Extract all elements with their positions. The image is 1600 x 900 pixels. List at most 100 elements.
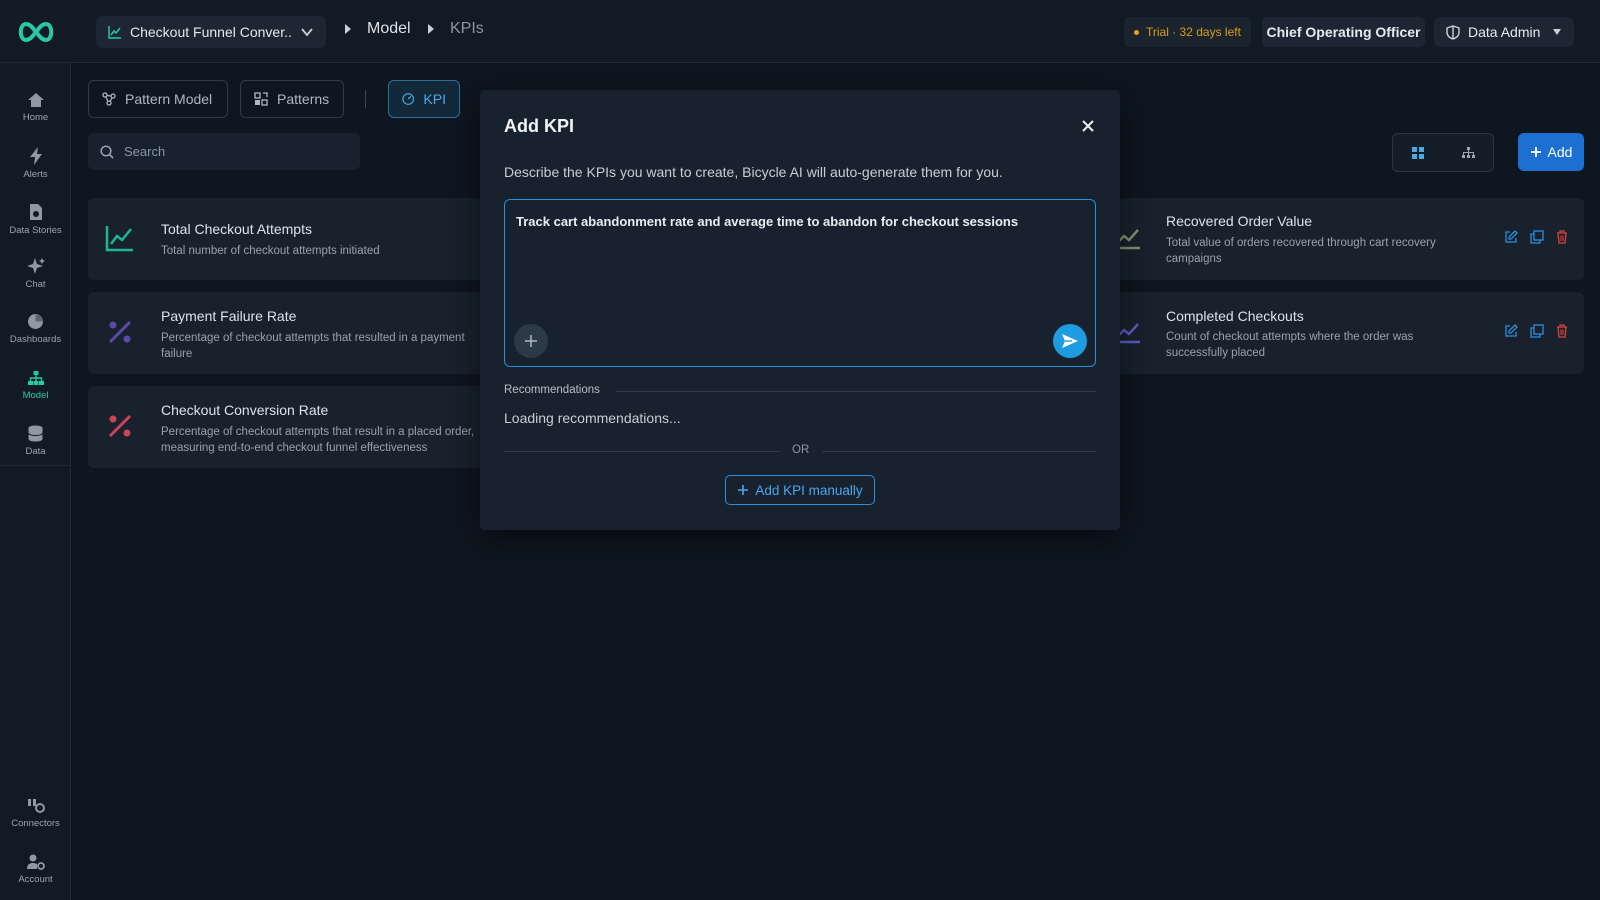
sidebar-item-home[interactable]: Home [0,81,71,133]
story-icon [29,203,42,220]
attach-button[interactable] [514,324,548,358]
chevron-down-icon [301,28,313,37]
kpi-description: Total number of checkout attempts initia… [161,245,380,257]
sidebar-item-chat[interactable]: Chat [0,247,71,299]
sidebar-item-label: Account [18,873,53,885]
copy-icon[interactable] [1530,230,1544,244]
breadcrumb-kpis: KPIs [426,20,484,38]
percent-icon [102,408,138,444]
manual-button-label: Add KPI manually [755,482,863,498]
plus-icon [1530,147,1541,157]
kpi-card[interactable]: Completed Checkouts Count of checkout at… [1100,292,1584,374]
grid-view-button[interactable] [1393,134,1443,171]
sidebar-item-label: Alerts [23,168,48,180]
close-icon [1082,120,1094,132]
send-button[interactable] [1053,324,1087,358]
pie-icon [28,314,43,329]
sidebar-item-dashboards[interactable]: Dashboards [0,303,71,355]
kpi-actions [1504,230,1568,244]
modal-title: Add KPI [504,116,574,136]
patterns-icon [254,92,268,106]
app-logo[interactable] [0,0,71,63]
sidebar-item-label: Model [22,389,49,401]
trial-text: Trial · 32 days left [1146,25,1241,39]
recommendations-loading: Loading recommendations... [504,410,681,426]
plus-icon [525,335,537,347]
hierarchy-icon [27,370,44,385]
search-bar[interactable]: Search [88,133,360,170]
tab-label: Pattern Model [125,91,213,107]
sidebar-item-label: Chat [25,278,46,290]
kpi-title: Recovered Order Value [1166,213,1313,229]
connector-icon [27,798,45,813]
view-toggle [1392,133,1494,172]
tab-patterns[interactable]: Patterns [240,80,344,118]
kpi-card[interactable]: Total Checkout Attempts Total number of … [88,198,488,280]
kpi-title: Total Checkout Attempts [161,221,312,237]
tab-label: Patterns [277,91,330,107]
kpi-prompt-textarea[interactable]: Track cart abandonment rate and average … [504,199,1096,367]
breadcrumb-model[interactable]: Model [343,20,411,38]
role-label: Chief Operating Officer [1266,24,1421,40]
caret-right-icon [345,24,351,34]
add-kpi-manually-button[interactable]: Add KPI manually [725,475,875,505]
or-label: OR [792,444,810,456]
close-button[interactable] [1078,116,1098,136]
or-divider-left [504,451,780,452]
scope-label: Checkout Funnel Conver... [130,24,292,40]
sidebar-item-label: Home [22,111,49,123]
sidebar-item-label: Data Stories [9,224,62,236]
caret-down-icon [1553,29,1561,35]
grid-icon [1412,146,1424,159]
sidebar-item-label: Data [25,446,46,457]
admin-menu[interactable]: Data Admin [1434,17,1574,47]
search-icon [100,144,114,159]
scope-selector[interactable]: Checkout Funnel Conver... [96,16,326,48]
trial-badge: Trial · 32 days left [1124,17,1251,47]
tab-kpi[interactable]: KPI [388,80,460,118]
add-button[interactable]: Add [1518,133,1584,171]
copy-icon[interactable] [1530,324,1544,338]
sidebar-item-label: Dashboards [9,334,62,345]
recommendations-label: Recommendations [504,384,600,396]
sidebar-item-model[interactable]: Model [0,359,71,411]
tab-label: KPI [423,91,446,107]
graph-nodes-icon [102,92,116,106]
sidebar-item-connectors[interactable]: Connectors [0,787,71,839]
sidebar-item-data[interactable]: Data [0,415,71,467]
role-button[interactable]: Chief Operating Officer [1262,17,1425,47]
kpi-card[interactable]: Payment Failure Rate Percentage of check… [88,292,488,374]
top-bar: Checkout Funnel Conver... Model KPIs Tri… [0,0,1600,63]
tab-divider [365,90,366,108]
trial-dot [1134,29,1139,35]
home-icon [27,92,44,107]
edit-icon[interactable] [1504,324,1518,338]
sidebar-item-label: Connectors [11,817,60,829]
kpi-description: Percentage of checkout attempts that res… [161,332,465,360]
kpi-title: Payment Failure Rate [161,308,297,324]
edit-icon[interactable] [1504,230,1518,244]
sidebar-item-account[interactable]: Account [0,843,71,895]
infinity-logo-icon [18,21,53,42]
delete-icon[interactable] [1556,230,1568,244]
sidebar: Home Alerts Data Stories Chat Dashboards… [0,63,71,900]
breadcrumb-kpis-label: KPIs [450,20,484,37]
kpi-card[interactable]: Recovered Order Value Total value of ord… [1100,198,1584,280]
caret-right-icon [428,24,434,34]
line-chart-icon [102,220,138,256]
sidebar-item-alerts[interactable]: Alerts [0,137,71,189]
kpi-description: Total value of orders recovered through … [1166,237,1436,265]
send-icon [1062,334,1078,348]
kpi-title: Completed Checkouts [1166,308,1304,324]
gauge-icon [402,93,415,105]
tab-pattern-model[interactable]: Pattern Model [88,80,228,118]
add-button-label: Add [1547,144,1573,160]
kpi-card[interactable]: Checkout Conversion Rate Percentage of c… [88,386,488,468]
shield-icon [1446,24,1460,40]
or-divider-right [822,451,1096,452]
tree-view-button[interactable] [1443,134,1493,171]
sidebar-item-data-stories[interactable]: Data Stories [0,193,71,245]
search-input[interactable]: Search [124,144,165,159]
kpi-actions [1504,324,1568,338]
delete-icon[interactable] [1556,324,1568,338]
